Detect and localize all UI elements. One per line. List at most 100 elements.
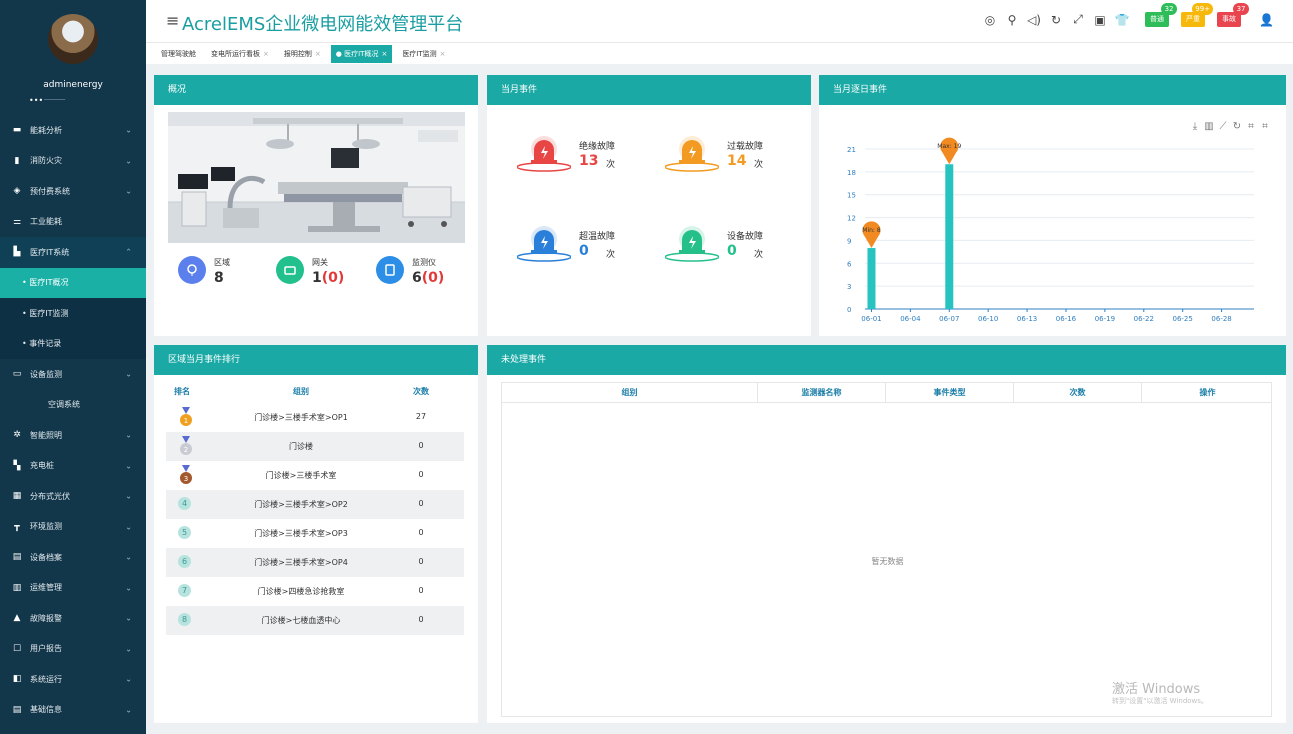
ranking-count: 0 xyxy=(418,586,424,595)
area-ranking-panel: 区域当月事件排行 排名 组别 次数 1 门诊楼>三楼手术室>OP1 27 2 门诊楼 0 3… xyxy=(154,345,478,723)
tab-2[interactable]: 报明控制 × xyxy=(279,45,326,63)
sidebar-item-14[interactable]: ▤ 设备档案 ⌄ xyxy=(0,542,146,573)
user-icon[interactable]: 👤 xyxy=(1259,13,1274,27)
sidebar-item-18[interactable]: ◧ 系统运行 ⌄ xyxy=(0,664,146,695)
sidebar-item-19[interactable]: ▤ 基础信息 ⌄ xyxy=(0,695,146,726)
tab-close-icon[interactable]: × xyxy=(381,50,387,58)
sidebar-item-2[interactable]: ◈ 预付费系统 ⌄ xyxy=(0,176,146,207)
alarm-accident-button[interactable]: 事故 37 xyxy=(1217,3,1250,27)
tab-0[interactable]: 管理驾驶舱 xyxy=(156,45,201,63)
refresh-icon[interactable]: ↻ xyxy=(1045,13,1067,27)
empty-state: 暂无数据 xyxy=(871,557,904,566)
sidebar-item-4[interactable]: ▙ 医疗IT系统 ⌃ xyxy=(0,237,146,268)
alarm-siren-icon xyxy=(665,226,719,262)
sidebar-item-12[interactable]: ▦ 分布式光伏 ⌄ xyxy=(0,481,146,512)
ranking-count: 0 xyxy=(418,615,424,624)
sidebar-item-label: 预付费系统 xyxy=(30,186,70,196)
x-tick-label: 06-16 xyxy=(1056,315,1077,323)
tab-bar: 管理驾驶舱 变电所运行看板 × 报明控制 × ● 医疗IT概况 × 医疗IT监测 × xyxy=(146,42,1293,64)
y-tick-label: 9 xyxy=(847,237,851,245)
month-events-panel: 当月事件 绝缘故障 13 次过载故障 14 次超温故障 0 次设备故障 0 次 xyxy=(487,75,811,336)
ranking-group: 门诊楼>三楼手术室>OP1 xyxy=(254,413,348,422)
sidebar-item-7[interactable]: • 事件记录 xyxy=(0,328,146,359)
alarm-siren-icon xyxy=(665,136,719,172)
chevron-down-icon: ⌄ xyxy=(125,491,132,501)
theme-shirt-icon[interactable]: 👕 xyxy=(1111,13,1133,27)
x-tick-label: 06-22 xyxy=(1134,315,1154,323)
chevron-down-icon: ⌄ xyxy=(125,613,132,623)
sidebar-item-6[interactable]: • 医疗IT监测 xyxy=(0,298,146,329)
x-tick-label: 06-04 xyxy=(900,315,921,323)
column-header[interactable]: 组别 xyxy=(502,383,758,403)
prepaid-icon: ◈ xyxy=(13,186,21,197)
unprocessed-events-table: 组别 监测器名称 事件类型 次数 操作 暂无数据 激活 Windows 转到"设置"以激… xyxy=(501,382,1272,717)
tab-3[interactable]: ● 医疗IT概况 × xyxy=(330,44,393,63)
sidebar-item-1[interactable]: ▮ 消防火灾 ⌄ xyxy=(0,146,146,177)
archive-icon: ▤ xyxy=(12,552,22,563)
alarm-icon: ▲ xyxy=(13,613,21,624)
monitor-icon: ▬ xyxy=(12,125,22,136)
area-ranking-title: 区域当月事件排行 xyxy=(154,345,478,375)
alarm-serious-button[interactable]: 严重 99+ xyxy=(1181,3,1214,27)
sidebar-item-label: 医疗IT系统 xyxy=(30,247,70,257)
ranking-header-group: 组别 xyxy=(293,387,309,396)
overtemp-fault-stat: 超温故障 0 次 xyxy=(517,223,647,268)
rank-number-badge: 8 xyxy=(178,613,191,626)
ranking-row: 2 门诊楼 0 xyxy=(166,432,464,461)
alarm-normal-button[interactable]: 普通 32 xyxy=(1145,3,1178,27)
tab-4[interactable]: 医疗IT监测 × xyxy=(397,45,450,63)
column-header[interactable]: 次数 xyxy=(1014,383,1142,403)
sound-icon[interactable]: ◁) xyxy=(1023,13,1045,27)
column-header[interactable]: 事件类型 xyxy=(886,383,1014,403)
tab-close-icon[interactable]: × xyxy=(440,50,446,58)
bar-06-01 xyxy=(867,248,876,309)
tab-close-icon[interactable]: × xyxy=(263,50,269,58)
operating-room-image xyxy=(168,112,465,243)
fullscreen-icon[interactable]: ⤢ xyxy=(1067,12,1089,27)
tab-1[interactable]: 变电所运行看板 × xyxy=(206,45,274,63)
username: adminenergy xyxy=(43,80,103,90)
ranking-row: 7 门诊楼>四楼急诊抢救室 0 xyxy=(166,577,464,606)
sidebar-item-10[interactable]: ✲ 智能照明 ⌄ xyxy=(0,420,146,451)
avatar[interactable] xyxy=(48,14,98,64)
medal-gold-icon: 1 xyxy=(180,407,192,426)
sidebar-item-17[interactable]: ☐ 用户报告 ⌄ xyxy=(0,634,146,665)
sidebar-item-5[interactable]: • 医疗IT概况 xyxy=(0,267,146,298)
help-lifebuoy-icon[interactable]: ◎ xyxy=(979,13,1001,27)
sidebar-item-13[interactable]: ┳ 环境监测 ⌄ xyxy=(0,512,146,543)
stat-gateway-value: 1(0) xyxy=(312,270,345,286)
sidebar-item-16[interactable]: ▲ 故障报警 ⌄ xyxy=(0,603,146,634)
x-tick-label: 06-25 xyxy=(1173,315,1193,323)
sidebar-item-label: 分布式光伏 xyxy=(30,491,70,501)
ranking-group: 门诊楼 xyxy=(289,442,313,451)
screen-icon[interactable]: ▣ xyxy=(1089,13,1111,27)
y-tick-label: 6 xyxy=(847,260,852,268)
table-header: 组别 监测器名称 事件类型 次数 操作 xyxy=(502,383,1271,403)
tab-close-icon[interactable]: × xyxy=(315,50,321,58)
sidebar-item-3[interactable]: ⚌ 工业能耗 xyxy=(0,207,146,238)
device-fault-stat: 设备故障 0 次 xyxy=(665,223,795,268)
sidebar-item-0[interactable]: ▬ 能耗分析 ⌄ xyxy=(0,115,146,146)
sidebar-item-15[interactable]: ▥ 运维管理 ⌄ xyxy=(0,573,146,604)
hamburger-menu-icon[interactable]: ≡ xyxy=(166,11,179,30)
alarm-normal-count: 32 xyxy=(1161,3,1178,15)
fire-extinguisher-icon: ▮ xyxy=(14,155,20,166)
report-icon: ☐ xyxy=(12,643,22,654)
stat-monitor-label: 监测仪 xyxy=(412,258,436,267)
alarm-serious-count: 99+ xyxy=(1192,3,1214,15)
x-tick-label: 06-28 xyxy=(1211,315,1231,323)
x-tick-label: 06-07 xyxy=(939,315,959,323)
column-header[interactable]: 监测器名称 xyxy=(758,383,886,403)
charger-icon: ▚ xyxy=(13,460,21,471)
sidebar-item-8[interactable]: ▭ 设备监测 ⌄ xyxy=(0,359,146,390)
ranking-row: 4 门诊楼>三楼手术室>OP2 0 xyxy=(166,490,464,519)
daily-events-title: 当月逐日事件 xyxy=(819,75,1286,105)
search-icon[interactable]: ⚲ xyxy=(1001,13,1023,27)
sidebar-item-9[interactable]: 空调系统 xyxy=(0,390,146,421)
sidebar-item-11[interactable]: ▚ 充电桩 ⌄ xyxy=(0,451,146,482)
column-header[interactable]: 操作 xyxy=(1142,383,1273,403)
event-unit: 次 xyxy=(754,160,764,170)
sidebar-item-label: 能耗分析 xyxy=(30,125,62,135)
chevron-down-icon: ⌄ xyxy=(125,583,132,593)
bar-06-07 xyxy=(945,164,954,309)
